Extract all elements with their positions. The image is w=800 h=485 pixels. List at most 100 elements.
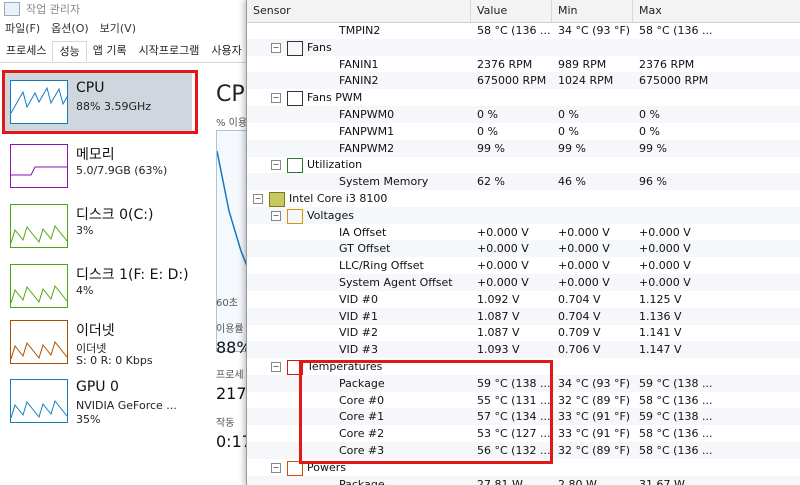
menu-view[interactable]: 보기(V) — [95, 20, 142, 38]
sensor-row[interactable]: FANPWM0 0 % 0 % 0 % — [247, 106, 800, 123]
sensor-min: 46 % — [558, 175, 586, 189]
menu-options[interactable]: 옵션(O) — [46, 20, 94, 38]
sensor-group-row[interactable]: − Voltages — [247, 206, 800, 224]
thumbnail-sparkline — [11, 284, 67, 304]
sensor-min: 0.706 V — [558, 343, 601, 357]
sensor-name: Package — [339, 376, 385, 390]
resource-thumbnail-graph — [10, 320, 68, 364]
tab-startup[interactable]: 시작프로그램 — [133, 41, 206, 62]
tab-app-history[interactable]: 앱 기록 — [87, 41, 133, 62]
collapse-toggle-icon[interactable]: − — [271, 160, 281, 171]
sensor-value: 2376 RPM — [477, 57, 533, 71]
sensor-min: 0 % — [558, 124, 579, 138]
sensor-row[interactable]: Core #0 55 °C (131 ... 32 °C (89 °F) 58 °C … — [247, 392, 800, 409]
sparkline-path — [11, 340, 67, 360]
sidebar-resource-3[interactable]: 디스크 1(F: E: D:) 4% — [4, 254, 192, 316]
time-label: 60초 — [216, 298, 238, 309]
collapse-toggle-icon[interactable]: − — [271, 93, 281, 104]
sensor-value: 675000 RPM — [477, 74, 547, 88]
sensor-min: 2.80 W — [558, 477, 597, 485]
sensor-group-row[interactable]: − Utilization — [247, 156, 800, 174]
sensor-row[interactable]: Core #2 53 °C (127 ... 33 °C (91 °F) 58 °C … — [247, 425, 800, 442]
tab-bar: 프로세스 성능 앱 기록 시작프로그램 사용자 — [0, 41, 260, 63]
sensor-min: 34 °C (93 °F) — [558, 376, 631, 390]
sensor-row[interactable]: VID #2 1.087 V 0.709 V 1.141 V — [247, 324, 800, 341]
sensor-value: +0.000 V — [477, 225, 529, 239]
sensor-max: 59 °C (138 ... — [639, 376, 713, 390]
column-min[interactable]: Min — [552, 0, 633, 22]
sensor-row[interactable]: Package 59 °C (138 ... 34 °C (93 °F) 59 °C … — [247, 374, 800, 392]
collapse-toggle-icon[interactable]: − — [271, 42, 281, 53]
sensor-max: 58 °C (136 ... — [639, 444, 713, 457]
sensor-row[interactable]: VID #1 1.087 V 0.704 V 1.136 V — [247, 307, 800, 325]
sensor-row[interactable]: System Agent Offset +0.000 V +0.000 V +0.00… — [247, 274, 800, 291]
sidebar-resource-5[interactable]: GPU 0 NVIDIA GeForce ... 35% — [4, 369, 192, 431]
sensor-group-row[interactable]: − Fans PWM — [247, 89, 800, 107]
thumbnail-sparkline — [11, 224, 67, 244]
tab-processes[interactable]: 프로세스 — [0, 41, 52, 62]
resource-thumbnail-graph — [10, 379, 68, 423]
resource-name: GPU 0 — [76, 379, 119, 395]
sensor-row[interactable]: VID #0 1.092 V 0.704 V 1.125 V — [247, 291, 800, 308]
menu-file[interactable]: 파일(F) — [0, 20, 46, 38]
sensor-group-row[interactable]: − Fans — [247, 38, 800, 56]
column-value[interactable]: Value — [471, 0, 552, 22]
process-label: 프로세 — [216, 370, 244, 381]
sensor-value: 59 °C (138 ... — [477, 376, 551, 390]
sensor-group-row[interactable]: − Intel Core i3 8100 — [247, 190, 800, 207]
fan-icon — [287, 91, 303, 107]
sensor-name: Powers — [307, 460, 346, 474]
sparkline-path — [11, 399, 67, 419]
task-manager-titlebar: 작업 관리자 — [0, 0, 260, 18]
sensor-row[interactable]: FANIN1 2376 RPM 989 RPM 2376 RPM — [247, 56, 800, 73]
sensor-min: 0.709 V — [558, 326, 601, 340]
tab-performance[interactable]: 성능 — [52, 41, 87, 62]
resource-name: 메모리 — [76, 147, 115, 163]
sensor-group-row[interactable]: − Powers — [247, 459, 800, 476]
sensor-column-header: Sensor Value Min Max — [247, 0, 800, 23]
sensor-max: 59 °C (138 ... — [639, 410, 713, 424]
sidebar-resource-1[interactable]: 메모리 5.0/7.9GB (63%) — [4, 134, 192, 196]
sensor-row[interactable]: Package 27.81 W 2.80 W 31.67 W — [247, 475, 800, 485]
collapse-toggle-icon[interactable]: − — [271, 462, 281, 473]
sidebar-resource-2[interactable]: 디스크 0(C:) 3% — [4, 194, 192, 256]
sensor-name: VID #2 — [339, 326, 378, 340]
task-manager-title: 작업 관리자 — [26, 3, 81, 16]
sidebar-resource-4[interactable]: 이더넷 이더넷 S: 0 R: 0 Kbps — [4, 310, 192, 372]
sensor-row[interactable]: IA Offset +0.000 V +0.000 V +0.000 V — [247, 224, 800, 241]
sensor-name: VID #1 — [339, 309, 378, 323]
collapse-toggle-icon[interactable]: − — [253, 194, 263, 204]
resource-name: 이더넷 — [76, 323, 115, 339]
sensor-max: 0 % — [639, 124, 660, 138]
sensor-group-row[interactable]: − Temperatures — [247, 358, 800, 375]
sensor-max: +0.000 V — [639, 276, 691, 289]
sensor-name: VID #3 — [339, 343, 378, 357]
sensor-row[interactable]: FANPWM1 0 % 0 % 0 % — [247, 123, 800, 140]
util-label: 이용률 — [216, 324, 244, 335]
column-max[interactable]: Max — [633, 0, 800, 22]
sensor-name: LLC/Ring Offset — [339, 259, 424, 273]
collapse-toggle-icon[interactable]: − — [271, 210, 281, 221]
sensor-value: +0.000 V — [477, 242, 529, 256]
sensor-row[interactable]: VID #3 1.093 V 0.706 V 1.147 V — [247, 341, 800, 359]
sensor-row[interactable]: Core #1 57 °C (134 ... 33 °C (91 °F) 59 °C … — [247, 408, 800, 426]
resource-detail: 4% — [76, 284, 94, 297]
thumbnail-sparkline — [11, 399, 67, 419]
sensor-min: 0 % — [558, 108, 579, 121]
sensor-row[interactable]: Core #3 56 °C (132 ... 32 °C (89 °F) 58 °C … — [247, 442, 800, 459]
sensor-max: +0.000 V — [639, 259, 691, 273]
sensor-row[interactable]: TMPIN2 58 °C (136 ... 34 °C (93 °F) 58 °C (… — [247, 22, 800, 39]
sensor-row[interactable]: FANPWM2 99 % 99 % 99 % — [247, 139, 800, 157]
column-sensor[interactable]: Sensor — [247, 0, 471, 22]
collapse-toggle-icon[interactable]: − — [271, 362, 281, 372]
tab-users[interactable]: 사용자 — [205, 41, 247, 62]
sensor-row[interactable]: LLC/Ring Offset +0.000 V +0.000 V +0.000 V — [247, 257, 800, 274]
sensor-monitor-window: Sensor Value Min Max TMPIN2 58 °C (136 ..… — [246, 0, 800, 485]
sensor-value: 99 % — [477, 141, 505, 155]
resource-detail-secondary: 35% — [76, 413, 101, 426]
sensor-row[interactable]: System Memory 62 % 46 % 96 % — [247, 173, 800, 191]
sensor-max: +0.000 V — [639, 225, 691, 239]
sensor-row[interactable]: GT Offset +0.000 V +0.000 V +0.000 V — [247, 240, 800, 258]
sensor-row[interactable]: FANIN2 675000 RPM 1024 RPM 675000 RPM — [247, 72, 800, 90]
sensor-value: 62 % — [477, 175, 505, 189]
